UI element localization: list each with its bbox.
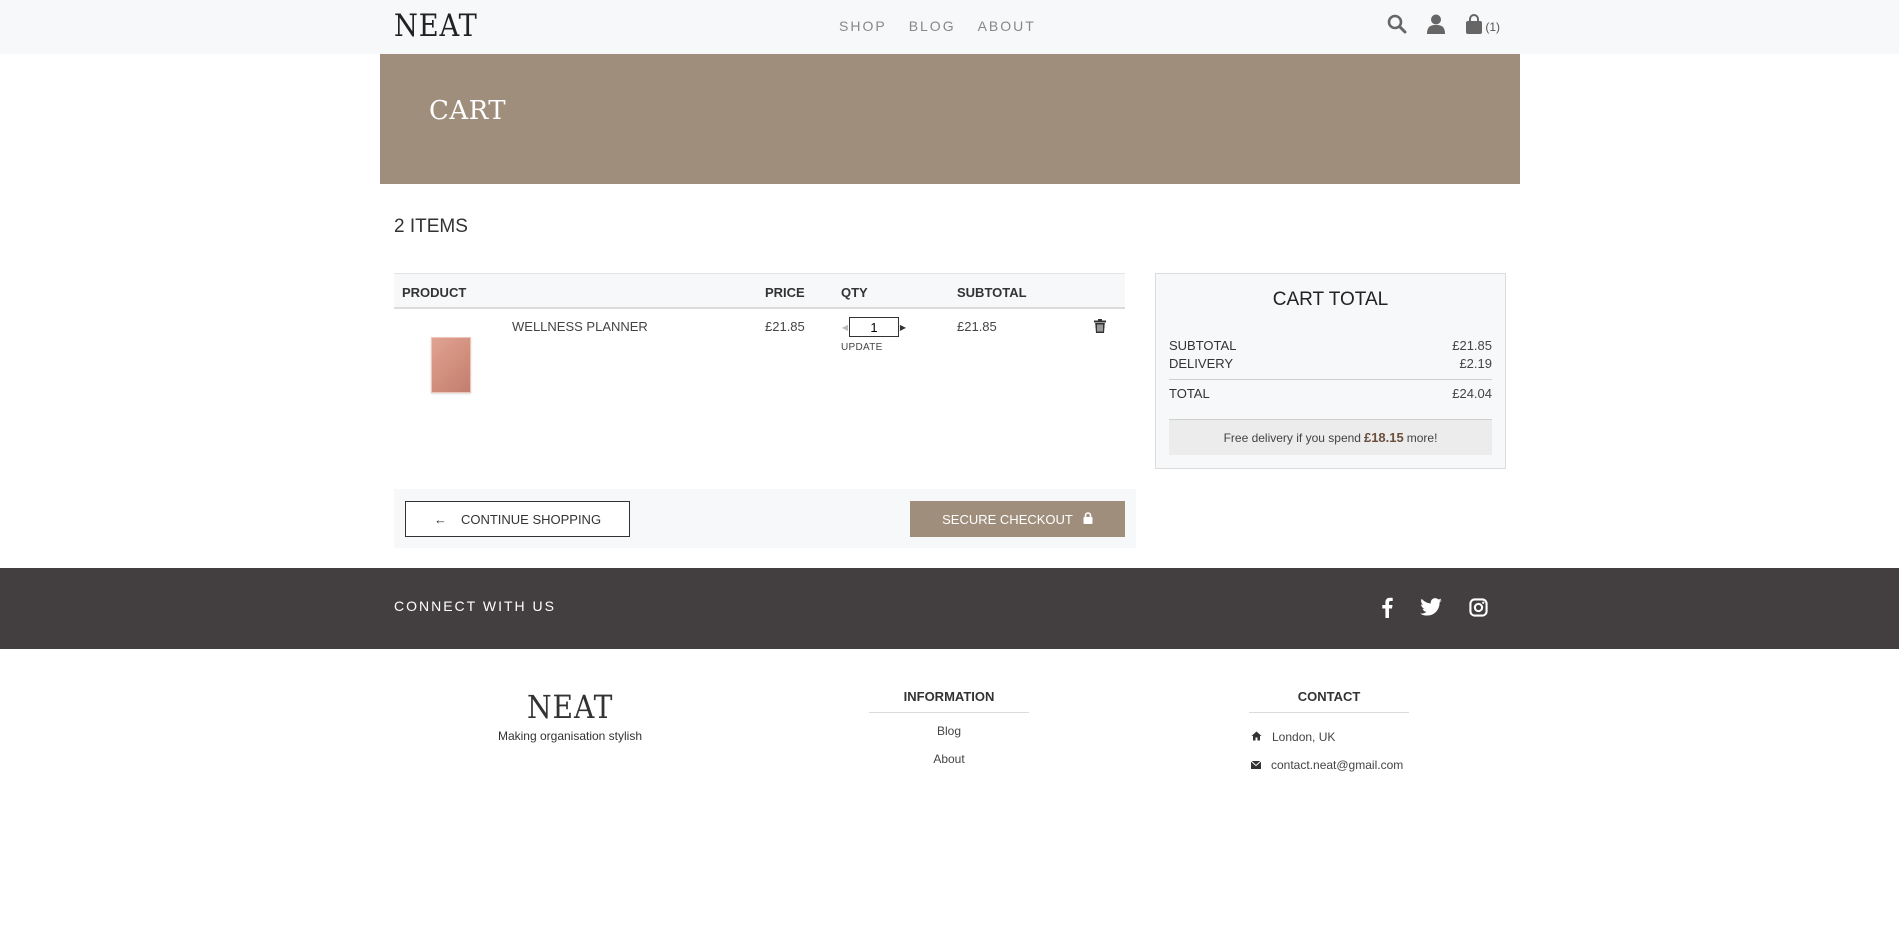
cart-count-badge: (1) <box>1485 20 1500 34</box>
trash-icon[interactable] <box>1094 319 1106 338</box>
information-column: INFORMATION Blog About <box>869 689 1029 779</box>
nav-link-shop[interactable]: SHOP <box>839 18 887 34</box>
subtotal-line: SUBTOTAL £21.85 <box>1169 338 1492 353</box>
email-link[interactable]: contact.neat@gmail.com <box>1271 758 1403 772</box>
page-title: CART <box>429 96 507 126</box>
free-delivery-prefix: Free delivery if you spend <box>1223 430 1361 445</box>
free-delivery-notice: Free delivery if you spend £18.15 more! <box>1169 420 1492 455</box>
nav-icons: (1) <box>1387 14 1500 34</box>
lock-icon <box>1083 511 1093 527</box>
footer-link-blog[interactable]: Blog <box>869 723 1029 751</box>
total-value: £24.04 <box>1452 386 1492 401</box>
free-delivery-amount: £18.15 <box>1363 430 1404 445</box>
twitter-icon[interactable] <box>1420 598 1442 621</box>
quantity-input[interactable] <box>849 317 899 337</box>
search-icon[interactable] <box>1387 14 1407 34</box>
continue-shopping-label: CONTINUE SHOPPING <box>460 511 602 527</box>
user-icon[interactable] <box>1427 14 1446 34</box>
cart-table: PRODUCT PRICE QTY SUBTOTAL WELLNESS PLAN… <box>394 273 1125 421</box>
facebook-icon[interactable] <box>1381 596 1393 623</box>
header-product: PRODUCT <box>402 285 467 300</box>
increment-arrow-icon[interactable]: ▶ <box>899 323 907 332</box>
page-banner: CART <box>380 54 1520 184</box>
secure-checkout-button[interactable]: SECURE CHECKOUT <box>910 501 1125 537</box>
free-delivery-suffix: more! <box>1406 430 1438 445</box>
footer-link-about[interactable]: About <box>869 751 1029 779</box>
decrement-arrow-icon[interactable]: ◀ <box>841 323 849 332</box>
table-header: PRODUCT PRICE QTY SUBTOTAL <box>394 273 1125 309</box>
contact-title: CONTACT <box>1249 689 1409 713</box>
cart-total-panel: CART TOTAL SUBTOTAL £21.85 DELIVERY £2.1… <box>1155 273 1506 469</box>
cart-total-title: CART TOTAL <box>1272 289 1389 310</box>
contact-email: contact.neat@gmail.com <box>1249 751 1409 779</box>
connect-title: CONNECT WITH US <box>394 598 556 614</box>
envelope-icon <box>1250 758 1262 772</box>
nav-link-blog[interactable]: BLOG <box>909 18 956 34</box>
delivery-label: DELIVERY <box>1169 356 1234 371</box>
nav-link-about[interactable]: ABOUT <box>978 18 1036 34</box>
subtotal-label: SUBTOTAL <box>1169 338 1237 353</box>
header-price: PRICE <box>765 285 805 300</box>
delivery-value: £2.19 <box>1459 356 1492 371</box>
total-line: TOTAL £24.04 <box>1169 386 1492 401</box>
location-text: London, UK <box>1272 730 1336 744</box>
footer-tagline: Making organisation stylish <box>497 729 643 743</box>
update-link[interactable]: UPDATE <box>841 342 883 353</box>
secure-checkout-label: SECURE CHECKOUT <box>942 511 1073 527</box>
header-subtotal: SUBTOTAL <box>957 285 1027 300</box>
items-count: 2 ITEMS <box>394 216 468 237</box>
contact-location: London, UK <box>1249 723 1409 751</box>
quantity-stepper: ◀ ▶ <box>841 317 907 337</box>
home-icon <box>1251 730 1262 744</box>
cart-actions: ← CONTINUE SHOPPING SECURE CHECKOUT <box>394 489 1136 548</box>
total-label: TOTAL <box>1169 386 1210 401</box>
continue-shopping-button[interactable]: ← CONTINUE SHOPPING <box>405 501 630 537</box>
brand-logo[interactable]: NEAT <box>394 8 478 44</box>
instagram-icon[interactable] <box>1469 597 1488 622</box>
product-name[interactable]: WELLNESS PLANNER <box>512 319 648 334</box>
product-image[interactable] <box>431 337 471 393</box>
footer-logo[interactable]: NEAT <box>527 688 613 726</box>
line-subtotal: £21.85 <box>957 319 997 334</box>
information-title: INFORMATION <box>869 689 1029 713</box>
social-links <box>1381 596 1488 623</box>
main-nav: SHOP BLOG ABOUT <box>839 18 1036 34</box>
connect-band: CONNECT WITH US <box>0 568 1899 649</box>
delivery-line: DELIVERY £2.19 <box>1169 356 1492 371</box>
top-navbar: NEAT SHOP BLOG ABOUT (1) <box>0 0 1899 54</box>
subtotal-value: £21.85 <box>1452 338 1492 353</box>
arrow-left-icon: ← <box>433 511 447 527</box>
contact-column: CONTACT London, UK contact.neat@gmail.co… <box>1249 689 1409 779</box>
cart-button[interactable]: (1) <box>1465 14 1500 34</box>
table-row: WELLNESS PLANNER £21.85 ◀ ▶ UPDATE £21.8… <box>394 309 1125 421</box>
divider <box>1169 379 1492 380</box>
product-price: £21.85 <box>765 319 805 334</box>
header-qty: QTY <box>841 285 868 300</box>
shopping-bag-icon <box>1465 14 1483 34</box>
